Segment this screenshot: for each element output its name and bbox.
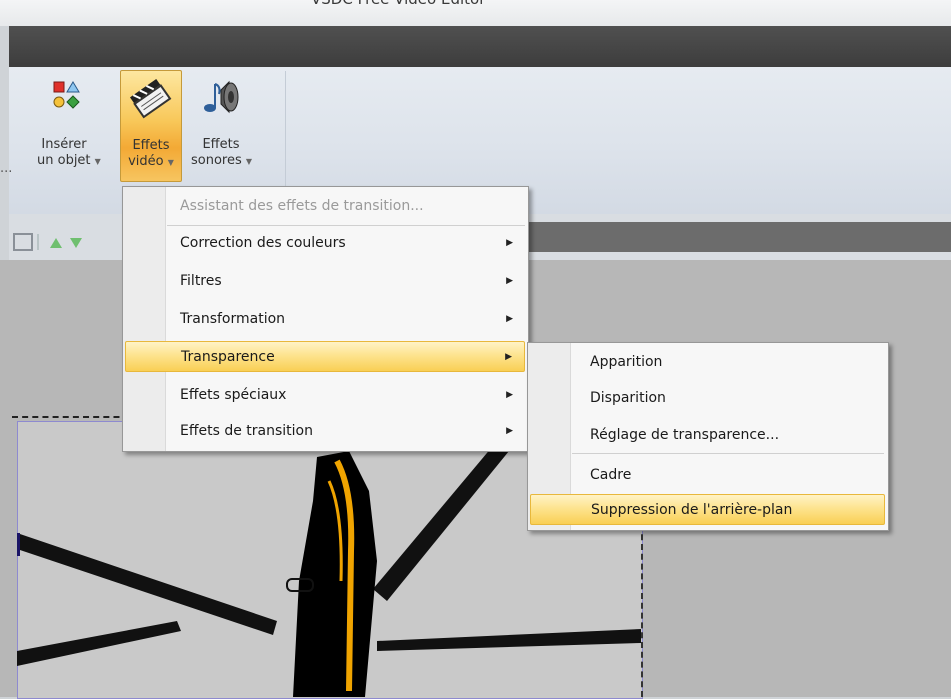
shapes-icon (53, 81, 80, 109)
speaker-icon (204, 80, 239, 114)
menu-separator (167, 225, 525, 226)
submenu-item-fade-out[interactable]: Disparition (530, 383, 885, 414)
window-title: VSDC Free Video Editor (311, 0, 485, 8)
menu-item-transition-effects[interactable]: Effets de transition ▶ (125, 416, 525, 447)
submenu-arrow-icon: ▶ (506, 276, 513, 286)
ribbon-separator (285, 71, 286, 199)
title-bar: VSDC Free Video Editor (0, 0, 951, 26)
submenu-arrow-icon: ▶ (506, 426, 513, 436)
submenu-item-background-removal[interactable]: Suppression de l'arrière-plan (530, 494, 885, 525)
toolbar-dark-area (520, 222, 951, 252)
dropdown-arrow-icon: ▼ (167, 158, 174, 167)
dropdown-arrow-icon: ▼ (245, 157, 253, 166)
submenu-arrow-icon: ▶ (506, 390, 513, 400)
audio-effects-button[interactable]: Effets sonores ▼ (191, 70, 253, 180)
insert-object-button[interactable]: Insérer un objet ▼ (37, 70, 101, 180)
submenu-arrow-icon: ▶ (505, 352, 512, 362)
toolbar-icons (12, 232, 102, 258)
menu-item-filters[interactable]: Filtres ▶ (125, 266, 525, 297)
submenu-item-transparency-settings[interactable]: Réglage de transparence... (530, 420, 885, 451)
submenu-arrow-icon: ▶ (506, 238, 513, 248)
submenu-arrow-icon: ▶ (506, 314, 513, 324)
transparency-submenu: Apparition Disparition Réglage de transp… (527, 342, 889, 531)
clapperboard-icon (130, 78, 172, 119)
video-effects-menu: Assistant des effets de transition... Co… (122, 186, 529, 452)
menu-item-transparency[interactable]: Transparence ▶ (125, 341, 525, 372)
menu-item-color-correction[interactable]: Correction des couleurs ▶ (125, 228, 525, 259)
video-effects-button[interactable]: Effets vidéo ▼ (120, 70, 182, 182)
dropdown-arrow-icon: ▼ (94, 157, 101, 166)
frame-icon[interactable] (13, 233, 33, 251)
menu-item-transformation[interactable]: Transformation ▶ (125, 304, 525, 335)
ribbon-overflow-text: ... (0, 161, 13, 176)
menu-item-transition-wizard[interactable]: Assistant des effets de transition... (125, 191, 525, 222)
down-arrow-icon[interactable] (70, 238, 82, 248)
submenu-item-fade-in[interactable]: Apparition (530, 347, 885, 378)
submenu-item-frame[interactable]: Cadre (530, 460, 885, 491)
menu-bar (9, 26, 951, 67)
up-arrow-icon[interactable] (50, 238, 62, 248)
menu-item-special-effects[interactable]: Effets spéciaux ▶ (125, 380, 525, 411)
menu-separator (572, 453, 884, 454)
